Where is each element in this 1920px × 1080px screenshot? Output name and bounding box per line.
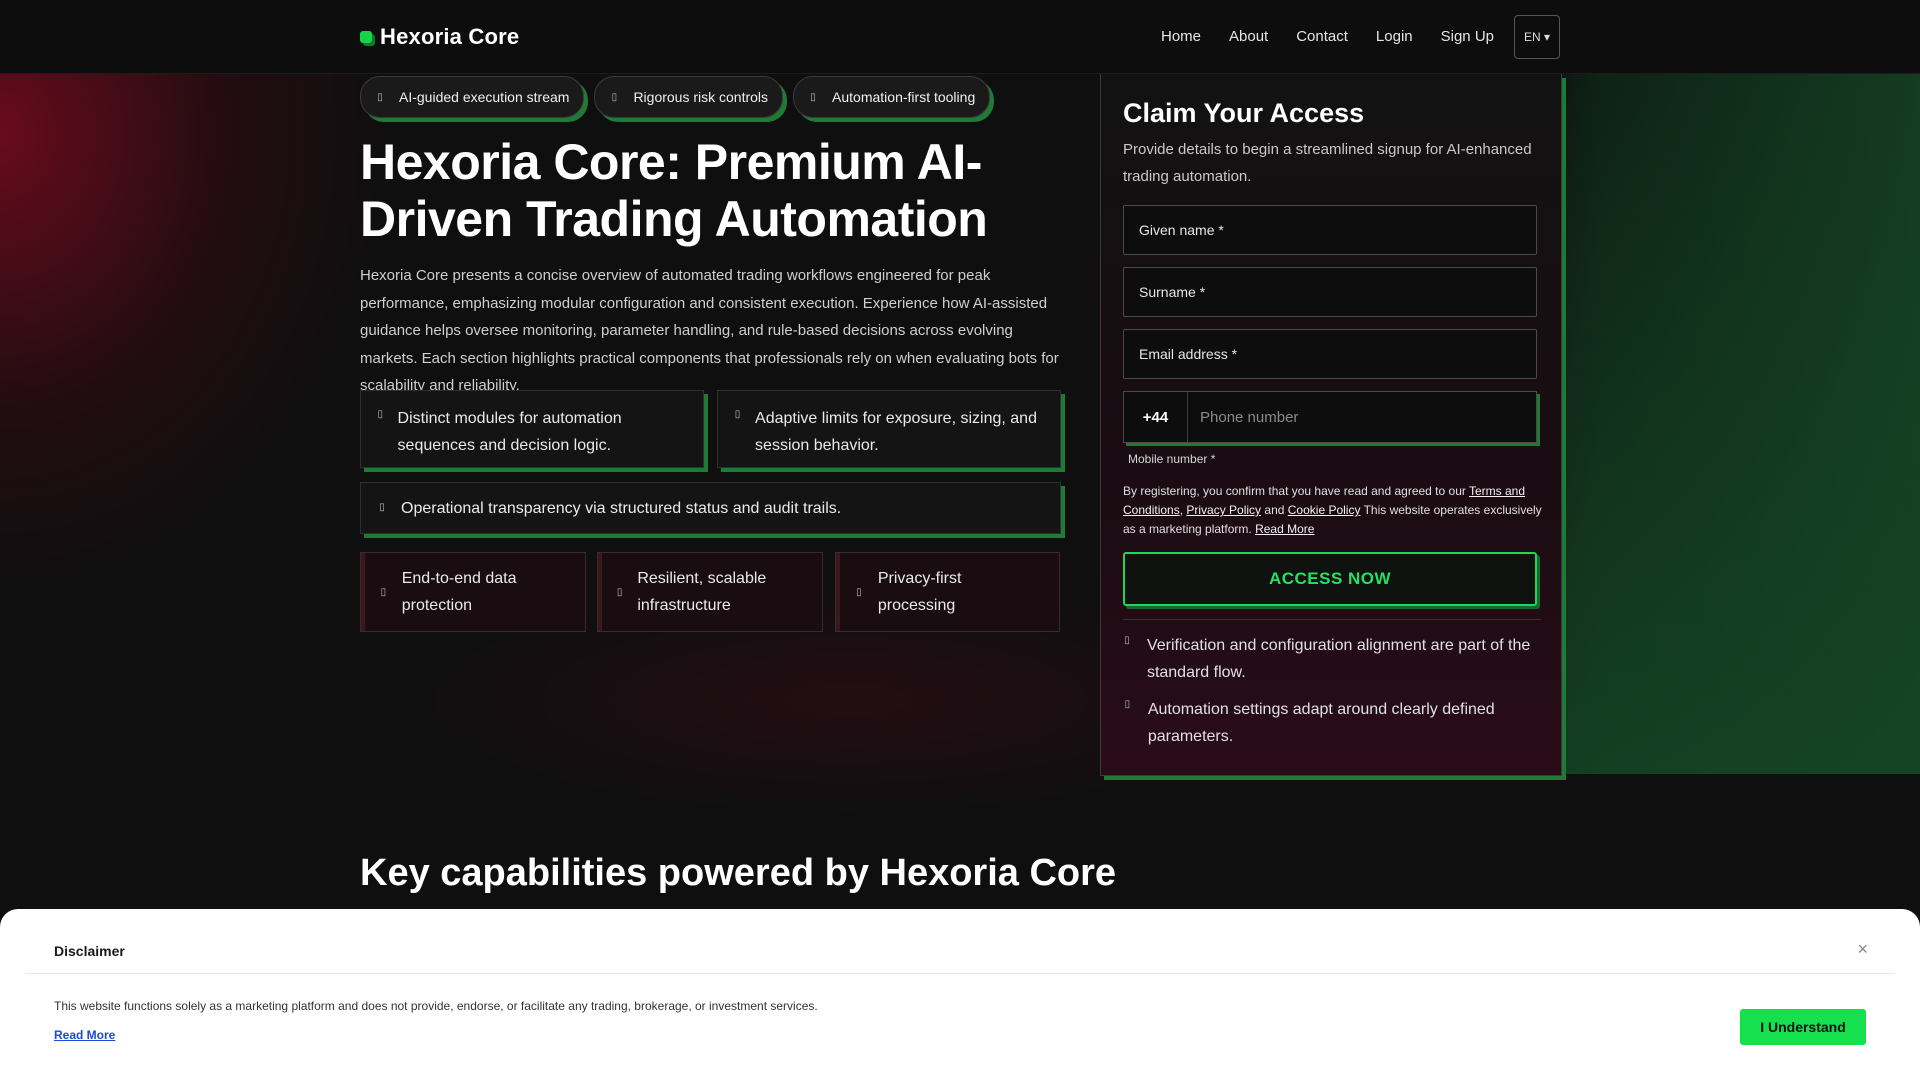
form-divider <box>1123 619 1541 620</box>
feature-card-limits: ▯ Adaptive limits for exposure, sizing, … <box>717 390 1061 468</box>
form-note: ▯ Automation settings adapt around clear… <box>1123 696 1533 750</box>
badge-privacy: ▯ Privacy-first processing <box>835 552 1060 632</box>
site-header: Hexoria Core Home About Contact Login Si… <box>0 0 1920 74</box>
badge-text: End-to-end data protection <box>401 570 517 614</box>
capabilities-heading: Key capabilities powered by Hexoria Core <box>360 852 1117 894</box>
disclaimer-banner: Disclaimer × This website functions sole… <box>0 909 1920 1080</box>
nav-signup[interactable]: Sign Up <box>1427 15 1508 59</box>
language-selector[interactable]: EN ▾ <box>1514 15 1560 59</box>
email-field[interactable]: Email address * <box>1123 329 1537 379</box>
disclaimer-divider <box>26 973 1894 974</box>
disclaimer-title: Disclaimer <box>54 943 125 959</box>
square-bullet-icon: ▯ <box>380 586 387 598</box>
access-now-button[interactable]: ACCESS NOW <box>1123 552 1537 606</box>
feature-text: Operational transparency via structured … <box>401 499 842 517</box>
pill-automation-tooling: ▯ Automation-first tooling <box>793 76 991 118</box>
badge-infrastructure: ▯ Resilient, scalable infrastructure <box>597 552 823 632</box>
hero-intro: Hexoria Core presents a concise overview… <box>360 267 1059 394</box>
terms-read-more-link[interactable]: Read More <box>1255 522 1314 536</box>
note-text: Verification and configuration alignment… <box>1146 637 1531 681</box>
nav-login[interactable]: Login <box>1362 15 1427 59</box>
badge-text: Privacy-first processing <box>877 570 962 614</box>
badge-text: Resilient, scalable infrastructure <box>637 570 767 614</box>
pill-risk-controls: ▯ Rigorous risk controls <box>594 76 784 118</box>
signup-form-card: Claim Your Access Provide details to beg… <box>1100 74 1562 776</box>
form-title: Claim Your Access <box>1123 98 1365 128</box>
nav-contact[interactable]: Contact <box>1282 15 1362 59</box>
terms-text: By registering, you confirm that you hav… <box>1123 482 1543 539</box>
form-note: ▯ Verification and configuration alignme… <box>1123 632 1533 686</box>
square-bullet-icon: ▯ <box>379 502 385 513</box>
cookie-link[interactable]: Cookie Policy <box>1288 503 1361 517</box>
badge-data-protection: ▯ End-to-end data protection <box>360 552 586 632</box>
given-name-field[interactable]: Given name * <box>1123 205 1537 255</box>
nav-home[interactable]: Home <box>1147 15 1215 59</box>
pill-label: Rigorous risk controls <box>633 89 769 105</box>
nav-about[interactable]: About <box>1215 15 1282 59</box>
square-bullet-icon: ▯ <box>734 409 741 420</box>
surname-field[interactable]: Surname * <box>1123 267 1537 317</box>
privacy-link[interactable]: Privacy Policy <box>1186 503 1261 517</box>
square-bullet-icon: ▯ <box>810 91 816 103</box>
logo-mark-icon <box>360 31 372 43</box>
phone-country-code[interactable]: +44 <box>1124 392 1188 442</box>
phone-number-input[interactable] <box>1188 392 1536 442</box>
mobile-number-label: Mobile number * <box>1128 452 1216 466</box>
brand-logo[interactable]: Hexoria Core <box>360 24 519 50</box>
square-bullet-icon: ▯ <box>1124 635 1130 646</box>
square-bullet-icon: ▯ <box>611 91 618 103</box>
square-bullet-icon: ▯ <box>1124 699 1131 710</box>
square-bullet-icon: ▯ <box>856 586 862 598</box>
brand-name: Hexoria Core <box>380 24 520 49</box>
form-subtitle: Provide details to begin a streamlined s… <box>1123 141 1532 185</box>
square-bullet-icon: ▯ <box>377 409 384 420</box>
feature-card-modules: ▯ Distinct modules for automation sequen… <box>360 390 704 468</box>
disclaimer-read-more-link[interactable]: Read More <box>54 1028 115 1042</box>
main-nav: Home About Contact Login Sign Up EN ▾ <box>1147 15 1560 59</box>
note-text: Automation settings adapt around clearly… <box>1147 701 1495 745</box>
hero-background-green <box>1560 74 1920 774</box>
feature-text: Distinct modules for automation sequence… <box>397 410 622 454</box>
square-bullet-icon: ▯ <box>377 91 383 103</box>
close-icon[interactable]: × <box>1857 939 1868 960</box>
page-title: Hexoria Core: Premium AI-Driven Trading … <box>360 134 988 247</box>
pill-label: AI-guided execution stream <box>399 89 570 105</box>
pill-ai-execution: ▯ AI-guided execution stream <box>360 76 585 118</box>
i-understand-button[interactable]: I Understand <box>1740 1009 1866 1045</box>
pill-label: Automation-first tooling <box>832 89 976 105</box>
terms-prefix: By registering, you confirm that you hav… <box>1123 484 1469 498</box>
feature-card-transparency: ▯ Operational transparency via structure… <box>360 482 1061 534</box>
disclaimer-text: This website functions solely as a marke… <box>54 999 818 1013</box>
hero-pills: ▯ AI-guided execution stream ▯ Rigorous … <box>360 76 991 118</box>
feature-text: Adaptive limits for exposure, sizing, an… <box>755 410 1037 454</box>
phone-field-group: +44 <box>1123 391 1537 443</box>
square-bullet-icon: ▯ <box>616 586 623 598</box>
terms-and: and <box>1261 503 1288 517</box>
